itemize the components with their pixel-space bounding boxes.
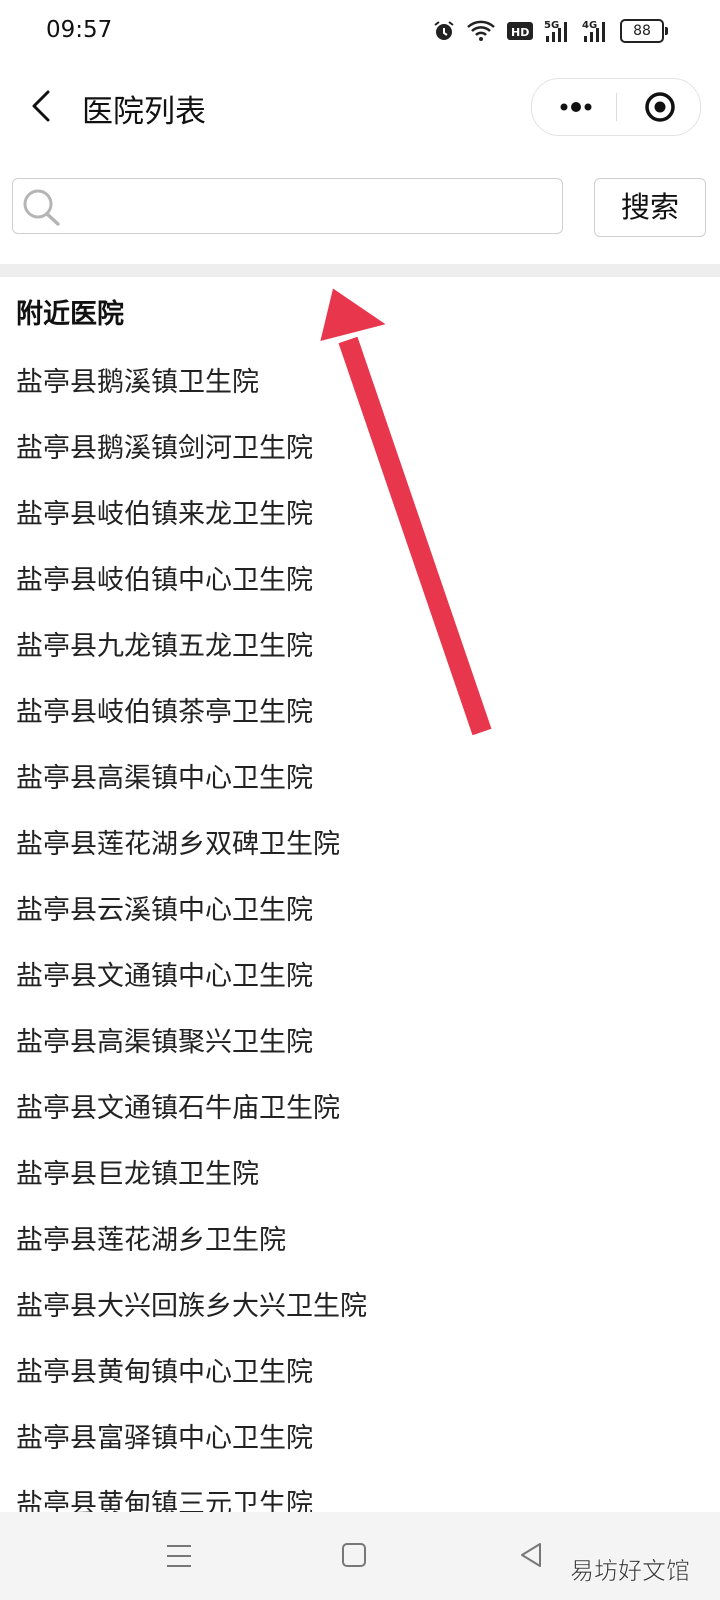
back-button[interactable] — [24, 86, 60, 126]
search-box[interactable] — [12, 178, 563, 234]
search-input[interactable] — [67, 187, 551, 227]
menu-icon[interactable] — [164, 1542, 194, 1570]
signal-4g-icon: 4G — [582, 20, 605, 42]
signal-5g-icon: 5G — [544, 20, 567, 42]
hospital-item[interactable]: 盐亭县文通镇石牛庙卫生院 — [0, 1076, 720, 1142]
home-icon[interactable] — [340, 1540, 368, 1570]
more-button[interactable] — [552, 89, 600, 125]
hd-icon: HD — [507, 22, 533, 40]
back-arrow-icon — [32, 90, 50, 122]
more-dots-icon — [560, 102, 592, 112]
hospital-item[interactable]: 盐亭县云溪镇中心卫生院 — [0, 878, 720, 944]
status-time: 09:57 — [46, 17, 113, 43]
search-button[interactable]: 搜索 — [594, 178, 706, 237]
search-icon — [23, 189, 60, 226]
svg-text:HD: HD — [511, 26, 529, 39]
hospital-item[interactable]: 盐亭县高渠镇中心卫生院 — [0, 746, 720, 812]
hospital-item[interactable]: 盐亭县富驿镇中心卫生院 — [0, 1406, 720, 1472]
watermark: 易坊好文馆 — [570, 1557, 691, 1586]
hospital-item[interactable]: 盐亭县莲花湖乡双碑卫生院 — [0, 812, 720, 878]
hospital-item[interactable]: 盐亭县文通镇中心卫生院 — [0, 944, 720, 1010]
nav-bar: 医院列表 — [0, 64, 720, 150]
capsule-divider — [616, 93, 617, 121]
back-nav-icon[interactable] — [516, 1540, 546, 1570]
hospital-item[interactable]: 盐亭县莲花湖乡卫生院 — [0, 1208, 720, 1274]
close-miniprogram-button[interactable] — [638, 89, 682, 125]
wifi-icon — [467, 20, 495, 41]
page-title: 医院列表 — [82, 94, 206, 130]
hospital-item[interactable]: 盐亭县巨龙镇卫生院 — [0, 1142, 720, 1208]
target-close-icon — [645, 92, 675, 122]
miniprogram-capsule — [531, 78, 701, 136]
alarm-icon — [434, 21, 454, 40]
hospital-item[interactable]: 盐亭县大兴回族乡大兴卫生院 — [0, 1274, 720, 1340]
annotation-arrow-icon — [320, 288, 492, 736]
section-title: 附近医院 — [16, 299, 124, 330]
battery-indicator: 88 — [620, 19, 668, 43]
svg-text:5G: 5G — [544, 20, 559, 31]
status-icons: HD 5G 4G 88 — [432, 16, 668, 46]
status-bar: 09:57 HD 5G 4G 88 — [0, 0, 720, 64]
hospital-item[interactable]: 盐亭县黄甸镇中心卫生院 — [0, 1340, 720, 1406]
hospital-item[interactable]: 盐亭县高渠镇聚兴卫生院 — [0, 1010, 720, 1076]
svg-text:4G: 4G — [582, 20, 597, 31]
